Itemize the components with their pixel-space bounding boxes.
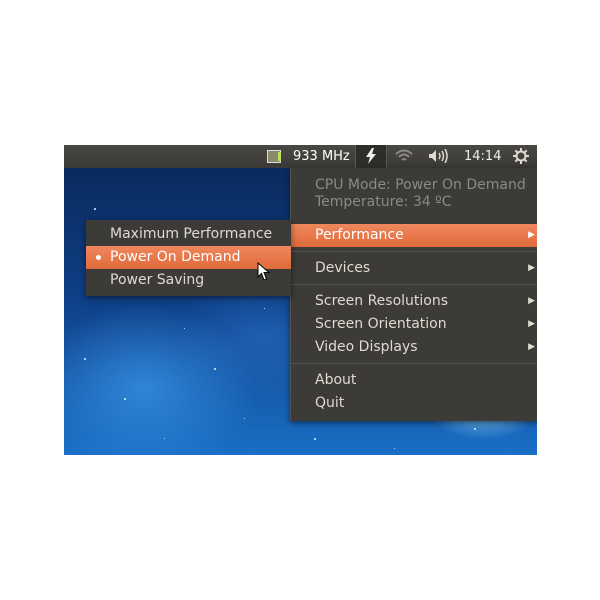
top-panel: 933 MHz 14:14	[64, 145, 537, 168]
submenu-arrow-icon: ▶	[528, 230, 535, 240]
submenu-arrow-icon: ▶	[528, 319, 535, 329]
submenu-item-label: Power On Demand	[110, 249, 241, 265]
cpu-chip-icon[interactable]	[267, 150, 281, 163]
submenu-arrow-icon: ▶	[528, 342, 535, 352]
menu-item-screen-resolutions[interactable]: Screen Resolutions ▶	[291, 290, 537, 313]
wifi-icon[interactable]	[393, 145, 415, 168]
menu-item-label: Devices	[315, 260, 371, 276]
separator	[291, 363, 537, 364]
selected-radio-icon	[96, 255, 101, 260]
lightning-icon[interactable]	[355, 145, 387, 168]
menu-item-devices[interactable]: Devices ▶	[291, 257, 537, 280]
indicator-menu: CPU Mode: Power On Demand Temperature: 3…	[290, 168, 537, 421]
menu-item-quit[interactable]: Quit	[291, 392, 537, 415]
volume-icon[interactable]	[427, 145, 451, 168]
submenu-item-maximum-performance[interactable]: Maximum Performance	[86, 223, 291, 246]
menu-item-video-displays[interactable]: Video Displays ▶	[291, 336, 537, 359]
menu-item-performance[interactable]: Performance ▶	[291, 224, 537, 247]
menu-item-screen-orientation[interactable]: Screen Orientation ▶	[291, 313, 537, 336]
menu-item-about[interactable]: About	[291, 369, 537, 392]
mouse-pointer-icon	[257, 262, 271, 281]
menu-item-label: Performance	[315, 227, 404, 243]
menu-item-label: Video Displays	[315, 339, 418, 355]
screenshot: 933 MHz 14:14 CPU Mode: Power On Demand …	[64, 145, 537, 455]
gear-icon[interactable]	[511, 145, 531, 168]
performance-submenu: Maximum Performance Power On Demand Powe…	[86, 220, 291, 296]
clock[interactable]: 14:14	[464, 145, 501, 168]
separator	[291, 251, 537, 252]
separator	[291, 284, 537, 285]
menu-item-label: Screen Orientation	[315, 316, 447, 332]
submenu-arrow-icon: ▶	[528, 263, 535, 273]
menu-item-label: Screen Resolutions	[315, 293, 449, 309]
cpu-frequency-label[interactable]: 933 MHz	[293, 145, 350, 168]
submenu-arrow-icon: ▶	[528, 296, 535, 306]
temperature-status: Temperature: 34 ºC	[315, 194, 452, 210]
